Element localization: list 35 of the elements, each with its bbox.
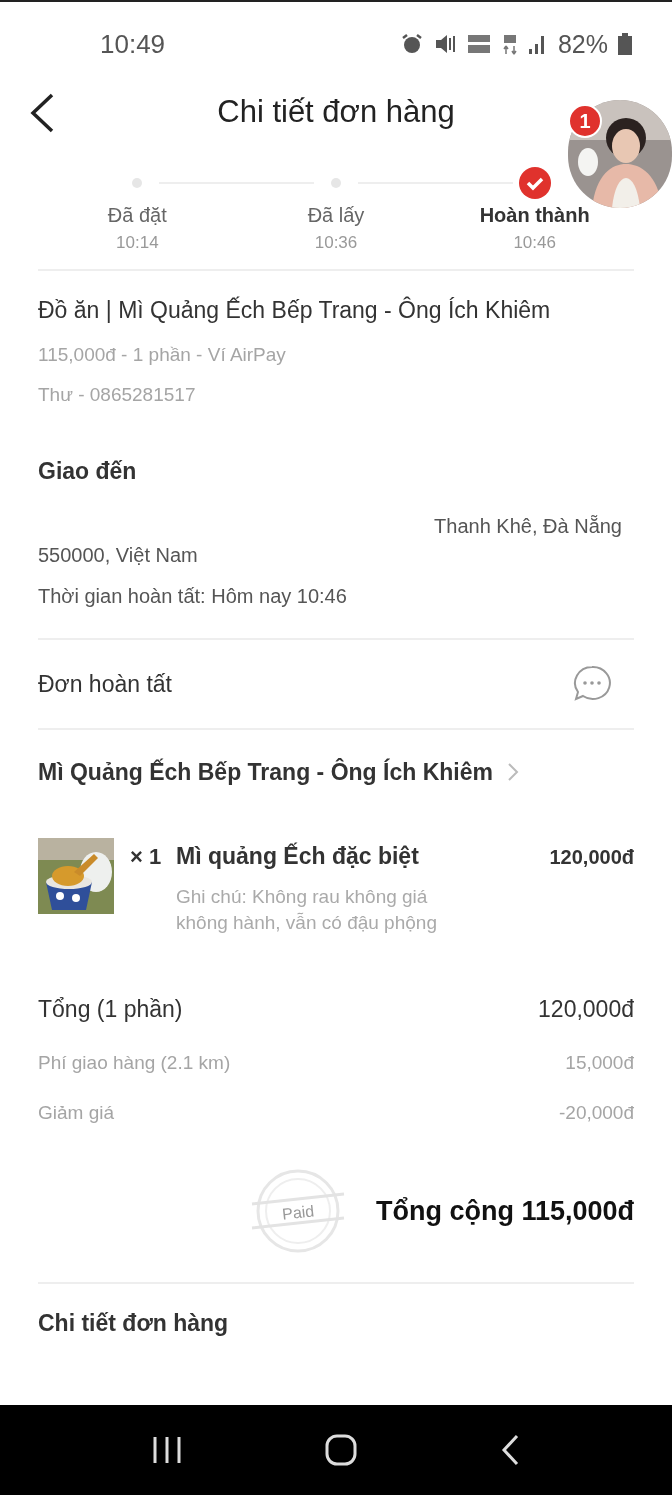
step-label: Đã đặt [107,204,167,227]
grand-total: Tổng cộng 115,000đ [375,1195,634,1227]
completion-time: Thời gian hoàn tất: Hôm nay 10:46 [38,585,348,608]
step-time: 10:14 [116,233,159,253]
order-title: Đồ ăn | Mì Quảng Ếch Bếp Trang - Ông Ích Khiêm [38,297,552,324]
step-time: 10:36 [314,233,358,253]
total-label: Giảm giá [38,1102,115,1124]
total-value: 15,000đ [565,1052,634,1074]
step-time: 10:46 [513,233,556,253]
address-text: Thanh Khê, Đà Nẵng [434,515,622,538]
page-title: Chi tiết đơn hàng [217,94,455,130]
section-heading: Chi tiết đơn hàng [38,1310,230,1337]
customer-contact: Thư - 0865281517 [38,384,197,406]
order-status: Đơn hoàn tất [38,670,172,698]
shop-name[interactable]: Mì Quảng Ếch Bếp Trang - Ông Ích Khiêm [38,758,493,786]
address-text: 550000, Việt Nam [38,544,199,567]
notification-badge: 1 [568,104,602,138]
battery-icon [618,33,632,55]
item-quantity: × 1 [130,844,163,870]
total-value: -20,000đ [559,1102,634,1124]
network-icon [501,32,518,56]
section-heading: Giao đến [38,458,138,485]
order-summary: 115,000đ - 1 phần - Ví AirPay [38,344,287,366]
item-name: Mì quảng Ếch đặc biệt [176,843,420,870]
total-label: Phí giao hàng (2.1 km) [38,1052,231,1074]
item-price: 120,000đ [549,846,634,869]
total-value: 120,000đ [538,995,634,1023]
clock: 10:49 [100,28,166,60]
back-icon[interactable] [28,92,56,134]
battery-percent: 82% [557,29,608,59]
item-note: Ghi chú: Không rau không giá không hành, vẫn có đậu phộng [176,885,438,935]
home-icon[interactable] [324,1433,358,1467]
step-label: Đã lấy [307,204,365,227]
step-label: Hoàn thành [479,204,590,227]
total-label: Tổng (1 phần) [38,995,183,1023]
